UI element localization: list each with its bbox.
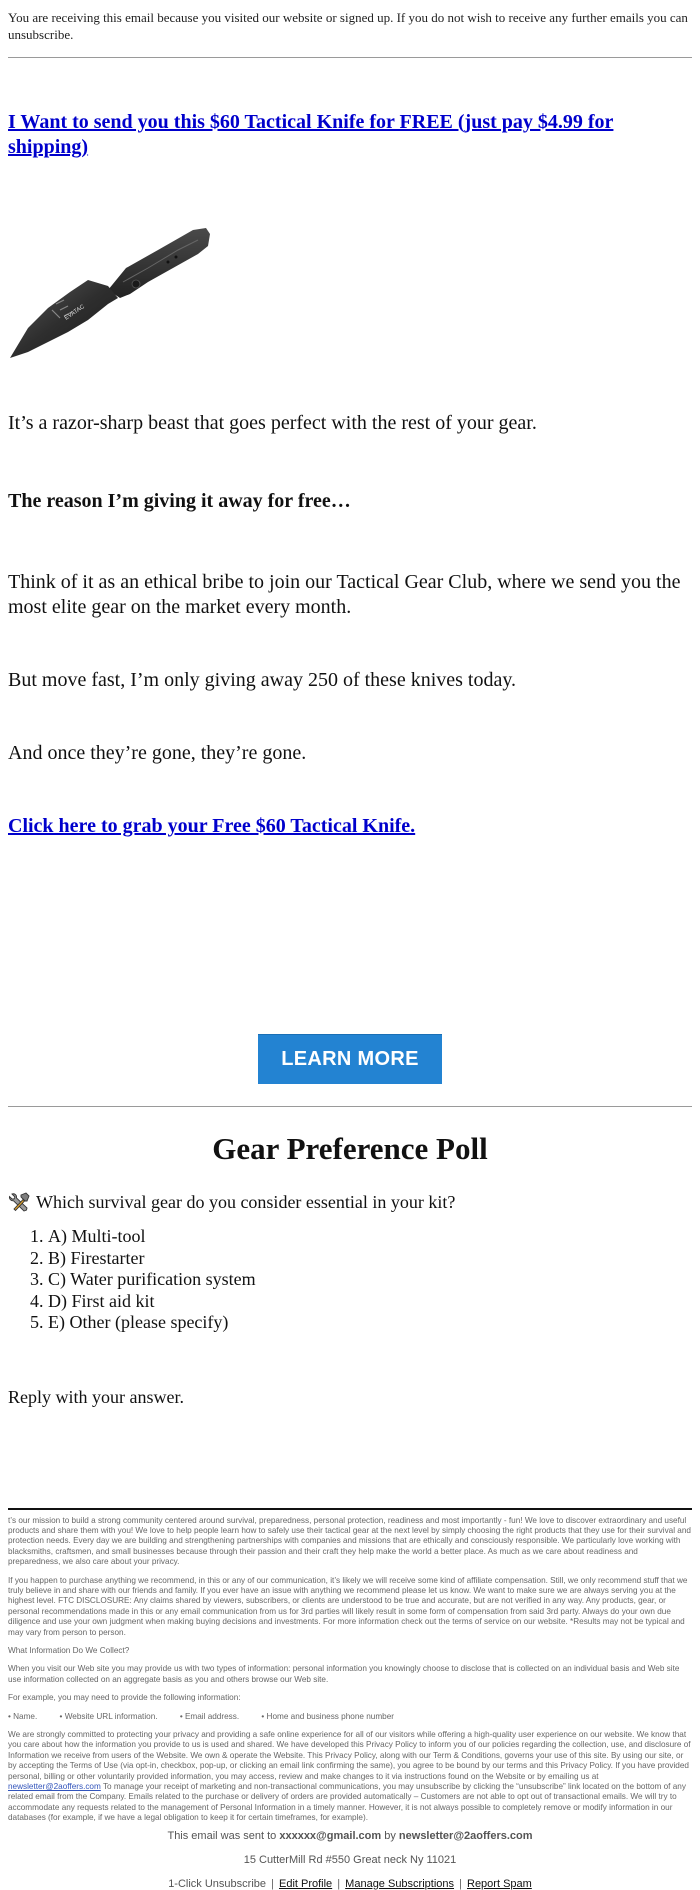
- mailing-address: 15 CutterMill Rd #550 Great neck Ny 1102…: [243, 1853, 457, 1866]
- poll-option: E) Other (please specify): [48, 1312, 692, 1334]
- learn-more-button[interactable]: LEARN MORE: [258, 1034, 442, 1084]
- poll-title: Gear Preference Poll: [212, 1131, 488, 1166]
- footer-privacy-text: We are strongly committed to protecting …: [8, 1730, 692, 1824]
- poll-question: Which survival gear do you consider esse…: [8, 1191, 692, 1213]
- sent-prefix: This email was sent to: [167, 1829, 280, 1842]
- poll-option: A) Multi-tool: [48, 1226, 692, 1248]
- footer-collect-heading: What Information Do We Collect?: [8, 1645, 130, 1655]
- footer-divider: [8, 1507, 692, 1510]
- info-bullet: • Website URL information.: [59, 1711, 158, 1721]
- privacy-email-link[interactable]: newsletter@2aoffers.com: [8, 1782, 101, 1791]
- info-bullet: • Email address.: [179, 1711, 240, 1721]
- poll-divider: [8, 1106, 692, 1107]
- footer-info-bullets: • Name. • Website URL information. • Ema…: [8, 1712, 692, 1722]
- body-paragraph-3: Think of it as an ethical bribe to join …: [8, 571, 681, 618]
- headline-link[interactable]: I Want to send you this $60 Tactical Kni…: [8, 110, 692, 160]
- reply-prompt: Reply with your answer.: [8, 1386, 184, 1407]
- poll-option: D) First aid kit: [48, 1291, 692, 1313]
- body-paragraph-4: But move fast, I’m only giving away 250 …: [8, 669, 517, 691]
- sent-by: by: [381, 1829, 399, 1842]
- body-paragraph-5: And once they’re gone, they’re gone.: [8, 742, 307, 764]
- knife-product-image[interactable]: EVATAC: [8, 220, 213, 362]
- manage-subscriptions-link[interactable]: Manage Subscriptions: [345, 1878, 454, 1890]
- top-divider: [8, 57, 692, 58]
- edit-profile-link[interactable]: Edit Profile: [279, 1878, 332, 1890]
- privacy-text-after: To manage your receipt of marketing and …: [8, 1782, 686, 1823]
- poll-question-text: Which survival gear do you consider esse…: [36, 1192, 456, 1212]
- footer-example-text: For example, you may need to provide the…: [8, 1693, 241, 1703]
- body-paragraph-2-bold: The reason I’m giving it away for free…: [8, 490, 351, 512]
- hammer-and-wrench-icon: [8, 1192, 30, 1212]
- footer-links: 1-Click Unsubscribe | Edit Profile | Man…: [8, 1878, 692, 1890]
- sender-email: newsletter@2aoffers.com: [398, 1829, 533, 1842]
- one-click-unsubscribe[interactable]: 1-Click Unsubscribe: [168, 1878, 266, 1890]
- poll-option: C) Water purification system: [48, 1269, 692, 1291]
- info-bullet: • Home and business phone number: [261, 1711, 394, 1721]
- recipient-email: xxxxxx@gmail.com: [279, 1829, 382, 1842]
- email-body: You are receiving this email because you…: [0, 0, 700, 1890]
- sent-to-line: This email was sent to xxxxxx@gmail.com …: [8, 1830, 692, 1842]
- report-spam-link[interactable]: Report Spam: [467, 1878, 532, 1890]
- privacy-text-before: We are strongly committed to protecting …: [8, 1730, 691, 1781]
- footer-mission-text: t’s our mission to build a strong commun…: [8, 1515, 691, 1567]
- footer-disclosure-text: If you happen to purchase anything we re…: [8, 1575, 688, 1637]
- link-separator: |: [459, 1877, 462, 1890]
- grab-knife-link[interactable]: Click here to grab your Free $60 Tactica…: [8, 814, 692, 839]
- link-separator: |: [337, 1877, 341, 1890]
- preheader-text: You are receiving this email because you…: [8, 10, 688, 42]
- learn-more-row: LEARN MORE: [8, 1034, 692, 1084]
- poll-options-list: A) Multi-tool B) Firestarter C) Water pu…: [8, 1226, 692, 1334]
- body-paragraph-1: It’s a razor-sharp beast that goes perfe…: [8, 412, 537, 434]
- poll-option: B) Firestarter: [48, 1248, 692, 1270]
- info-bullet: • Name.: [8, 1711, 38, 1721]
- footer-collect-text: When you visit our Web site you may prov…: [8, 1664, 680, 1684]
- link-separator: |: [271, 1877, 274, 1890]
